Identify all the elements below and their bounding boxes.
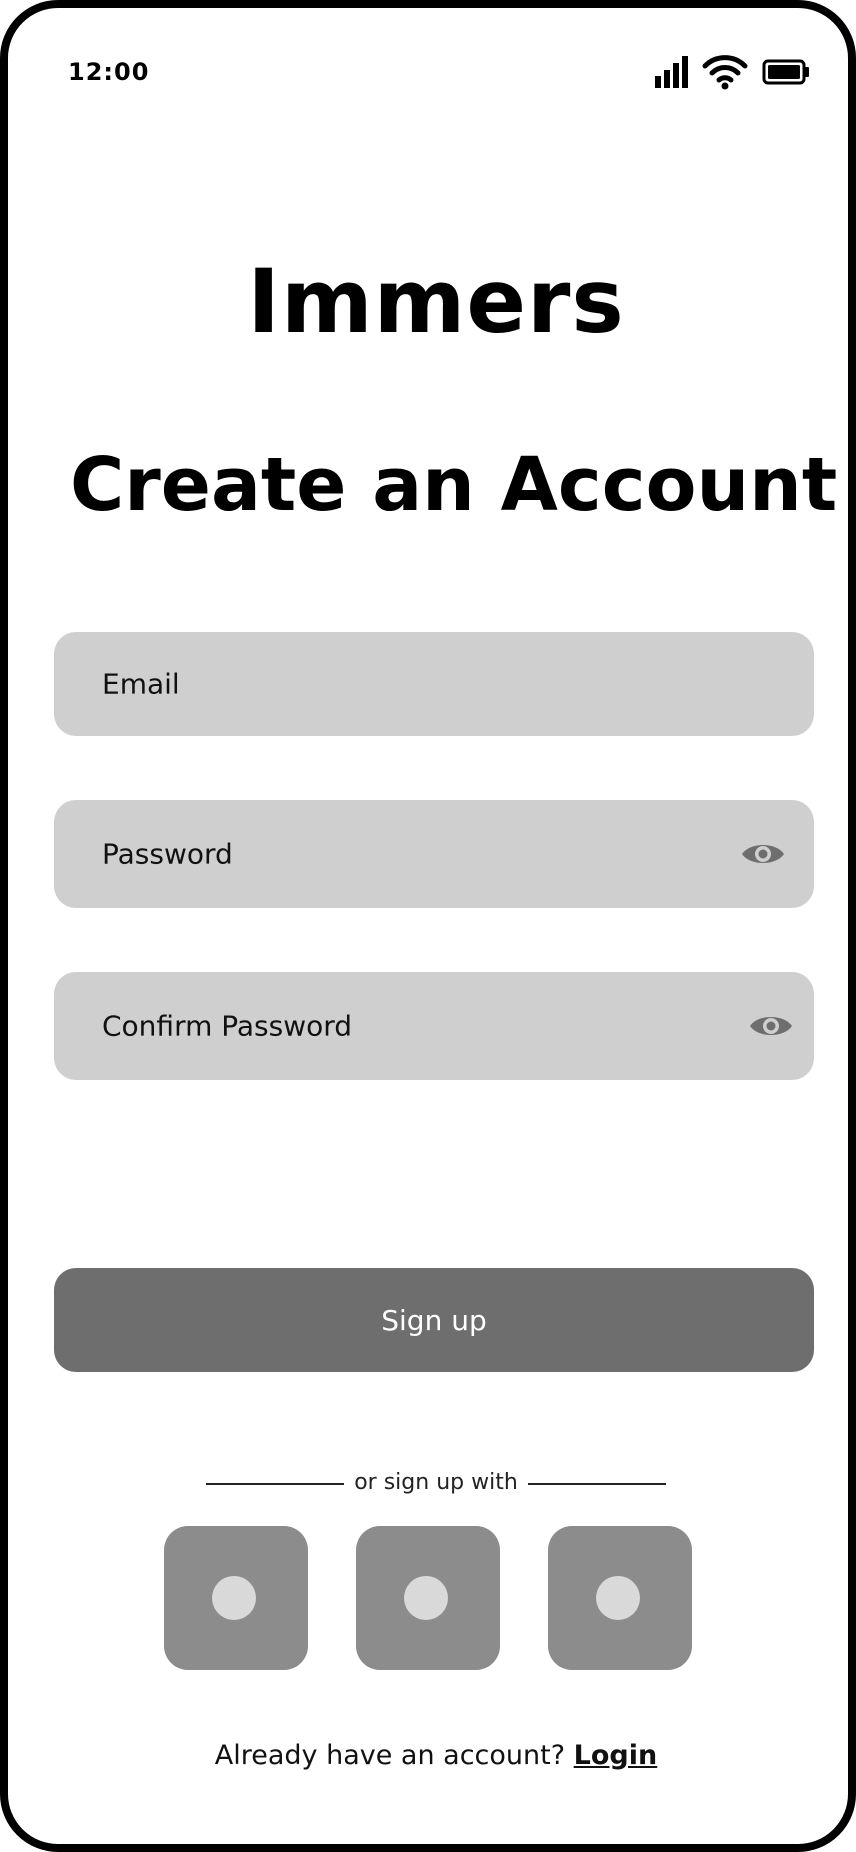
password-visibility-eye-icon[interactable] [740, 839, 786, 869]
divider-line-right [528, 1483, 666, 1485]
wifi-icon [702, 54, 748, 90]
status-time: 12:00 [68, 58, 150, 86]
password-field[interactable]: Password [54, 800, 814, 908]
phone-frame: 12:00 Immers Create an Account Email Pas… [0, 0, 856, 1852]
battery-icon [762, 54, 810, 90]
login-prompt-text: Already have an account? [214, 1740, 566, 1771]
status-icons [654, 54, 810, 90]
sign-up-label: Sign up [381, 1303, 487, 1337]
social-provider-icon [404, 1576, 448, 1620]
social-provider-icon [212, 1576, 256, 1620]
social-sign-up-button-1[interactable] [164, 1526, 308, 1670]
page-title: Create an Account [70, 442, 838, 528]
email-placeholder: Email [102, 667, 180, 701]
social-sign-up-button-3[interactable] [548, 1526, 692, 1670]
login-prompt: Already have an account? Login [8, 1740, 856, 1771]
confirm-password-field[interactable]: Confirm Password [54, 972, 814, 1080]
confirm-password-visibility-eye-icon[interactable] [748, 1011, 794, 1041]
login-link[interactable]: Login [574, 1740, 658, 1771]
email-field[interactable]: Email [54, 632, 814, 736]
cellular-signal-icon [654, 54, 690, 90]
confirm-password-placeholder: Confirm Password [102, 1009, 353, 1043]
app-name: Immers [247, 250, 625, 353]
social-provider-icon [596, 1576, 640, 1620]
password-placeholder: Password [102, 837, 233, 871]
social-divider: or sign up with [8, 1464, 856, 1504]
divider-text: or sign up with [354, 1470, 518, 1495]
sign-up-button[interactable]: Sign up [54, 1268, 814, 1372]
social-sign-up-button-2[interactable] [356, 1526, 500, 1670]
